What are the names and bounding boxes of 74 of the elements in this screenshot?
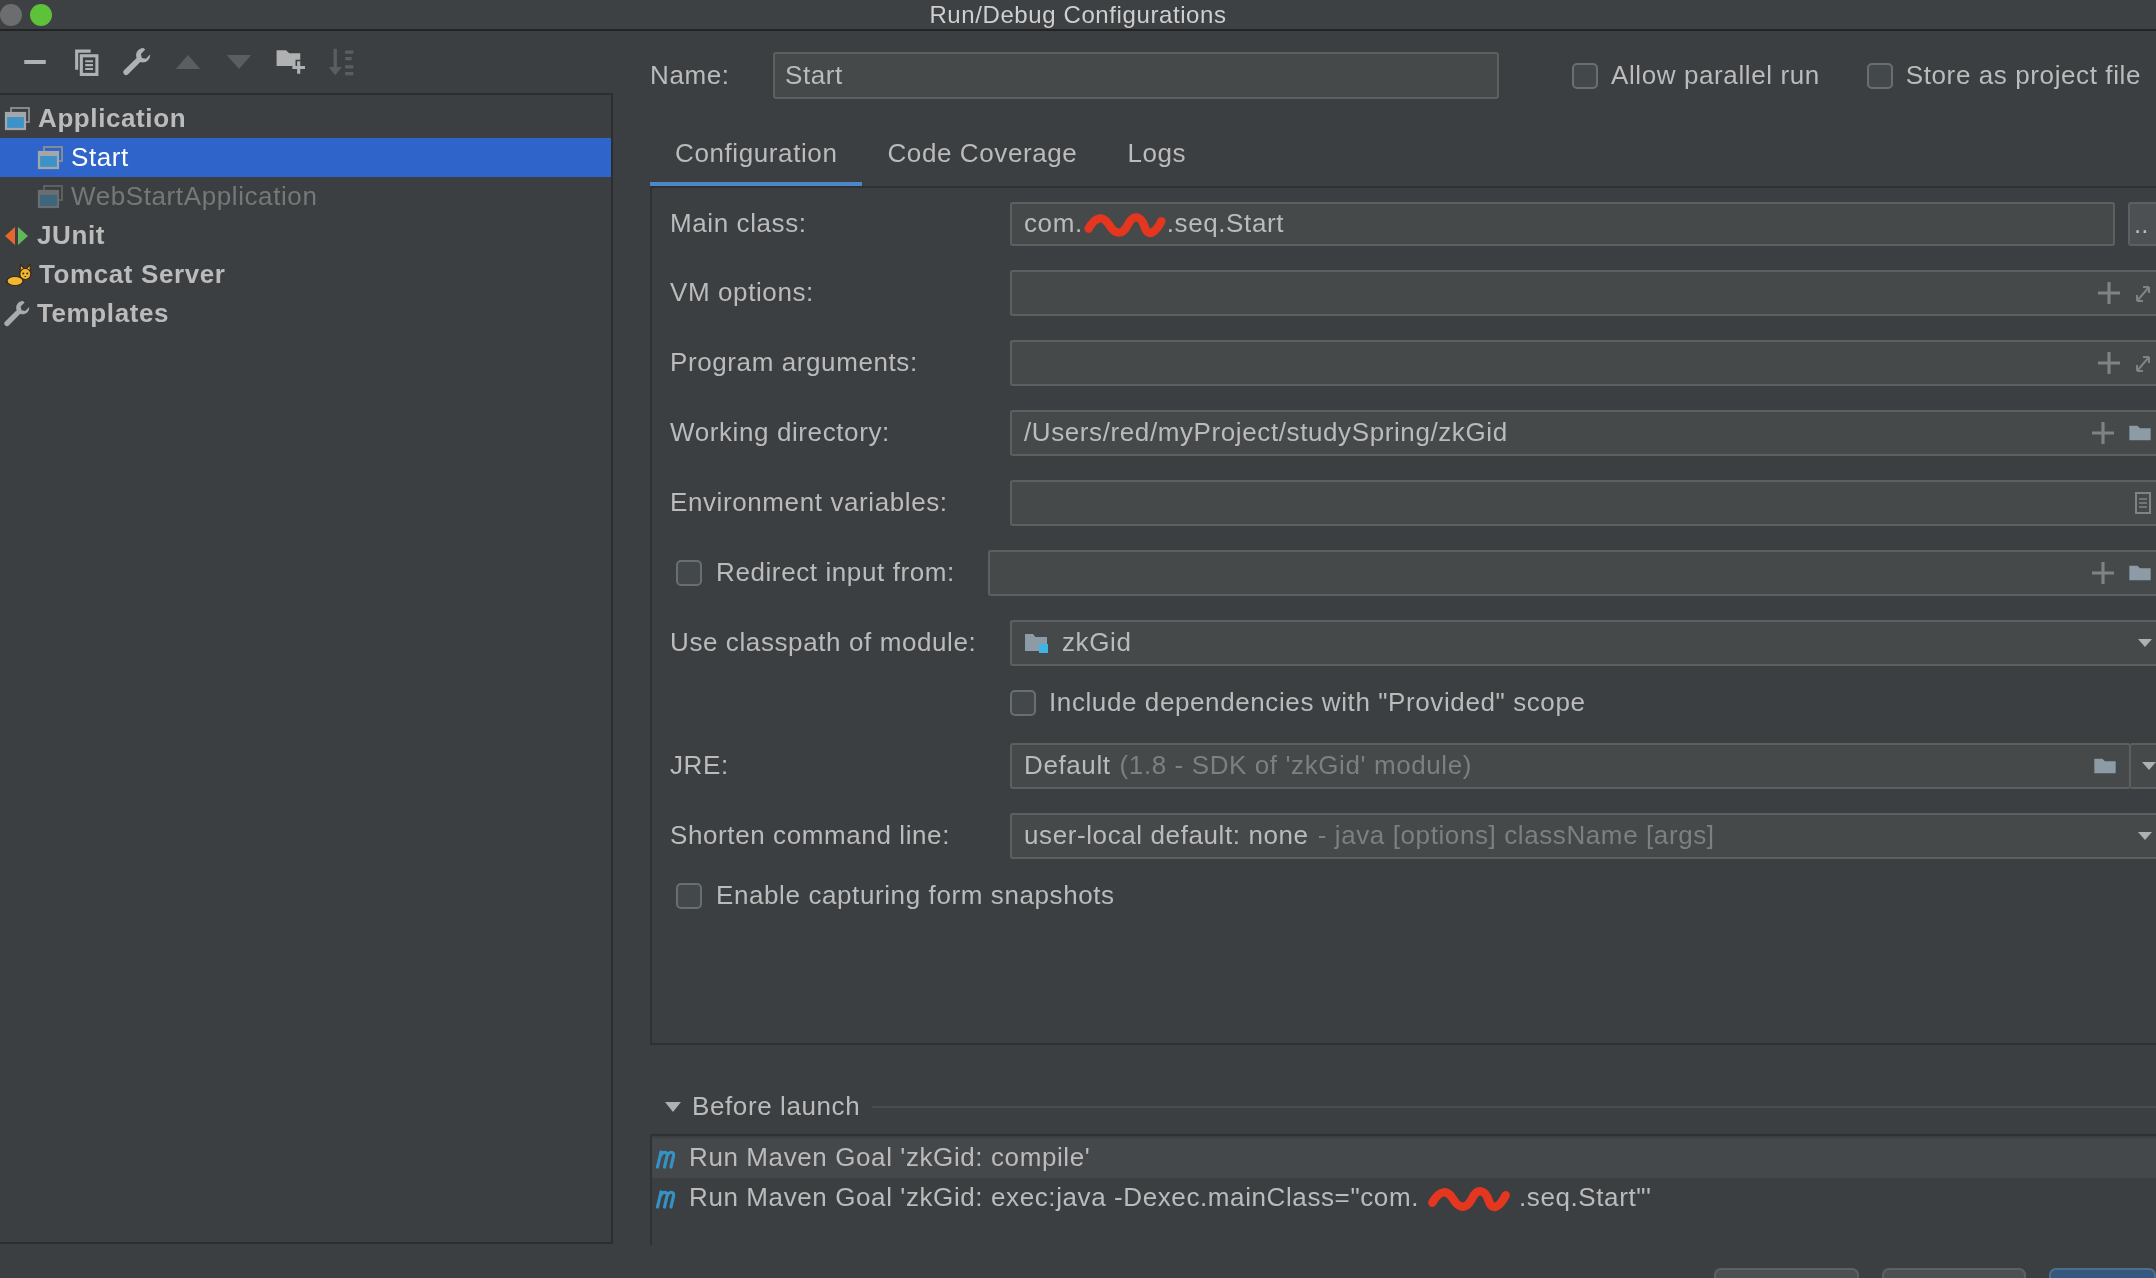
input-field[interactable]: com. .seq.Start bbox=[1010, 202, 2115, 246]
cat-icon bbox=[4, 262, 32, 287]
checkbox[interactable] bbox=[1010, 690, 1036, 716]
field-label: Program arguments: bbox=[670, 347, 919, 379]
field-label: JRE: bbox=[670, 750, 730, 782]
task-row[interactable]: Run Maven Goal 'zkGid: compile' bbox=[652, 1138, 2156, 1178]
checkbox-label: Enable capturing form snapshots bbox=[716, 880, 1115, 912]
field-label: Name: bbox=[650, 59, 731, 92]
tree-item[interactable]: JUnit bbox=[0, 216, 611, 255]
input-field[interactable] bbox=[1010, 480, 2156, 526]
field-label: VM options: bbox=[670, 277, 815, 309]
input-field[interactable]: /Users/red/myProject/studySpring/zkGid bbox=[1010, 410, 2156, 456]
minus-icon bbox=[24, 60, 46, 64]
folder-icon[interactable] bbox=[2128, 423, 2152, 443]
checkbox[interactable] bbox=[676, 560, 702, 586]
plus-icon[interactable] bbox=[2098, 282, 2120, 304]
folder-plus-icon bbox=[275, 48, 305, 76]
plus-icon[interactable] bbox=[2092, 422, 2114, 444]
dropdown[interactable]: user-local default: none - java [options] className [args] bbox=[1010, 813, 2156, 859]
field-label: Main class: bbox=[670, 208, 808, 240]
tree-item[interactable]: Templates bbox=[0, 294, 611, 333]
tree-item[interactable]: Start bbox=[0, 138, 611, 177]
dropdown-button[interactable] bbox=[2131, 743, 2156, 789]
input-field[interactable] bbox=[988, 550, 2156, 596]
window-icon bbox=[37, 145, 64, 170]
plus-icon[interactable] bbox=[2092, 562, 2114, 584]
browse-button[interactable]: .. bbox=[2128, 202, 2156, 246]
copy-icon bbox=[73, 48, 99, 76]
tree-item[interactable]: Tomcat Server bbox=[0, 255, 611, 294]
task-row[interactable]: Run Maven Goal 'zkGid: exec:java -Dexec.mainClass="com. .seq.Start"' bbox=[652, 1178, 2156, 1218]
sort-icon bbox=[327, 47, 355, 77]
minimize-button[interactable] bbox=[0, 3, 22, 26]
field-label: Shorten command line: bbox=[670, 820, 951, 852]
tab[interactable]: Code Coverage bbox=[862, 120, 1103, 186]
caret-icon bbox=[2138, 638, 2152, 648]
checkbox-label: Redirect input from: bbox=[716, 557, 956, 589]
caret-icon[interactable] bbox=[665, 1101, 681, 1113]
checkbox-label: Allow parallel run bbox=[1611, 59, 1820, 92]
tree-item[interactable]: Application bbox=[0, 99, 611, 138]
folder-icon[interactable] bbox=[2093, 756, 2117, 776]
dialog-button[interactable] bbox=[2049, 1268, 2156, 1278]
checkbox[interactable] bbox=[1866, 62, 1893, 89]
field-label: Working directory: bbox=[670, 417, 891, 449]
combo-box[interactable]: Default (1.8 - SDK of 'zkGid' module) bbox=[1010, 743, 2131, 789]
up-triangle-icon bbox=[175, 55, 201, 69]
down-triangle-icon bbox=[226, 55, 252, 69]
window-title: Run/Debug Configurations bbox=[929, 0, 1227, 28]
dialog-button[interactable] bbox=[1882, 1268, 2026, 1278]
double-triangle-icon bbox=[4, 224, 30, 247]
input-field[interactable] bbox=[1010, 340, 2156, 386]
window-icon bbox=[4, 106, 31, 131]
caret-icon bbox=[2138, 831, 2152, 841]
section-title: Before launch bbox=[692, 1091, 861, 1123]
tab[interactable]: Configuration bbox=[650, 120, 863, 186]
field-label: Environment variables: bbox=[670, 487, 949, 519]
checkbox-label: Store as project file bbox=[1905, 59, 2141, 92]
module-folder-icon bbox=[1024, 631, 1050, 655]
list-icon[interactable] bbox=[2134, 491, 2152, 515]
folder-icon[interactable] bbox=[2128, 563, 2152, 583]
window-icon bbox=[37, 184, 64, 209]
dialog-button[interactable] bbox=[1714, 1268, 1859, 1278]
dropdown[interactable]: zkGid bbox=[1010, 620, 2156, 666]
checkbox[interactable] bbox=[676, 883, 702, 909]
input-field[interactable] bbox=[1010, 270, 2156, 316]
input-field[interactable]: Start bbox=[773, 52, 1499, 99]
tab[interactable]: Logs bbox=[1102, 120, 1212, 186]
wrench-icon bbox=[123, 48, 151, 76]
zoom-button[interactable] bbox=[30, 3, 52, 26]
checkbox[interactable] bbox=[1572, 62, 1598, 89]
checkbox-label: Include dependencies with "Provided" scope bbox=[1049, 687, 1586, 719]
caret-icon bbox=[2142, 761, 2156, 771]
plus-icon[interactable] bbox=[2098, 352, 2120, 374]
wrench-icon bbox=[4, 300, 30, 327]
field-label: Use classpath of module: bbox=[670, 627, 978, 659]
